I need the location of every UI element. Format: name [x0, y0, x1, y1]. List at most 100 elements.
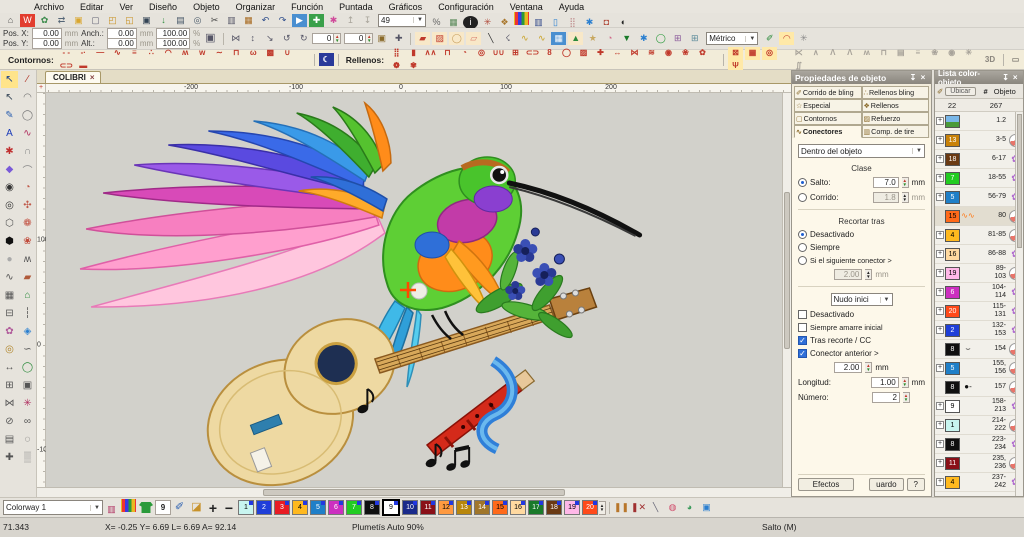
rotate-ccw-icon[interactable]: ↺	[279, 32, 294, 45]
color-swatch[interactable]: 5	[945, 361, 960, 375]
color-swatch[interactable]: 9	[945, 399, 960, 413]
cross-fill-icon[interactable]: ✚	[593, 47, 608, 60]
color-object-row[interactable]: +11 235, 236	[935, 454, 1023, 473]
menu-puntada[interactable]: Puntada	[331, 2, 381, 12]
tras-recorte-checkbox[interactable]: ✓	[798, 336, 807, 345]
desactivado-radio[interactable]	[798, 230, 807, 239]
motif-run2-icon[interactable]: w	[195, 47, 210, 60]
corrido-radio[interactable]	[798, 193, 807, 202]
color-object-row[interactable]: +9158- 213✿	[935, 397, 1023, 416]
ellipse-tool-icon[interactable]: ◯	[653, 32, 668, 45]
menu-ayuda[interactable]: Ayuda	[551, 2, 592, 12]
table-icon[interactable]: ⊞	[687, 32, 702, 45]
lock-proportions-icon[interactable]: ▣	[201, 32, 219, 45]
tool-applique[interactable]: ⌂	[19, 287, 36, 304]
props-tab-especial[interactable]: ☆ Especial	[794, 99, 862, 112]
color-object-row[interactable]: 8 ●- 157	[935, 378, 1023, 397]
corrido-spinner[interactable]: ▲ ▼	[901, 192, 909, 203]
tool-satin[interactable]: ▰	[19, 269, 36, 286]
color-object-row[interactable]: 8 ⌣ 154	[935, 340, 1023, 359]
peak1-icon[interactable]: ∧	[808, 47, 823, 60]
color-object-row[interactable]: +6104- 114✿	[935, 283, 1023, 302]
props-tab-comp-de-tire[interactable]: ▥ Comp. de tire	[861, 125, 929, 138]
add-color-button[interactable]: +	[205, 501, 221, 515]
thread-edit-icon[interactable]: ❚✕	[631, 501, 646, 514]
siempre-amarre-checkbox[interactable]	[798, 323, 807, 332]
longitud-field[interactable]: 1.00	[870, 377, 899, 388]
siguiente-spinner[interactable]: ▲ ▼	[865, 269, 873, 280]
tool-pie[interactable]: ◔	[19, 179, 36, 196]
team-names-icon[interactable]: ✱	[326, 14, 341, 27]
expander-icon[interactable]: +	[936, 250, 944, 258]
expander-icon[interactable]: +	[936, 364, 944, 372]
fill-bucket-icon[interactable]: ◪	[189, 501, 204, 514]
close-icon[interactable]: ×	[918, 73, 928, 82]
pin-icon[interactable]: ↧	[1001, 73, 1011, 82]
new-design-icon[interactable]: ▢	[88, 14, 103, 27]
design-wheel-icon[interactable]: ✳	[480, 16, 495, 29]
siguiente-field[interactable]: 2.00	[834, 269, 863, 280]
star-gray-icon[interactable]: ✳	[961, 47, 976, 60]
tool-tatami[interactable]: ▦	[1, 287, 18, 304]
target-fill-icon[interactable]: ◉	[661, 47, 676, 60]
3d-effect-icon[interactable]: 3D	[981, 53, 999, 66]
stitch-dots-icon[interactable]: ⣿	[565, 16, 580, 29]
tool-mirror[interactable]: ⋈	[1, 395, 18, 412]
palette-swatch-5[interactable]: 5	[310, 500, 326, 515]
arc-run-icon[interactable]: ◠	[161, 47, 176, 60]
color-object-row[interactable]: +20115- 131✿	[935, 302, 1023, 321]
save-design-icon[interactable]: ▣	[139, 14, 154, 27]
color-object-row[interactable]: +1686-88✿	[935, 245, 1023, 264]
tool-monogram[interactable]: ✱	[1, 143, 18, 160]
chevron-down-icon[interactable]: ▼	[879, 296, 890, 303]
wave-gray-icon[interactable]: ʍ	[859, 47, 874, 60]
motif-run1-icon[interactable]: ʍ	[178, 47, 193, 60]
tool-basting[interactable]: ┆	[19, 305, 36, 322]
open-design-icon[interactable]: ◰	[105, 14, 120, 27]
pin-icon[interactable]: ↧	[908, 73, 918, 82]
menu-diseño[interactable]: Diseño	[141, 2, 185, 12]
motif-fill-icon[interactable]: ◎	[474, 47, 489, 60]
tool-kaleidoscope[interactable]: ✳	[19, 395, 36, 412]
palette-swatch-7[interactable]: 7	[346, 500, 362, 515]
tool-reshape[interactable]: ↖	[1, 89, 18, 106]
dots-run-icon[interactable]: ∴	[144, 47, 159, 60]
spiral-fill-icon[interactable]: ◔	[457, 47, 472, 60]
nudo-select[interactable]: Nudo inici ▼	[830, 293, 893, 306]
zoom-combobox[interactable]: 49 ▼	[378, 13, 426, 27]
salto-field[interactable]: 7.0	[872, 177, 899, 188]
no-color-icon[interactable]: ╲	[648, 501, 663, 514]
rotate-cw-icon[interactable]: ↻	[296, 32, 311, 45]
copy-properties-icon[interactable]: ❖	[497, 16, 512, 29]
wilcom-logo-icon[interactable]: W	[20, 13, 35, 27]
contrast-icon[interactable]: ◐	[616, 16, 631, 29]
menu-función[interactable]: Función	[283, 2, 331, 12]
tool-hoop[interactable]: ◯	[19, 359, 36, 376]
grid-hatch-icon[interactable]: ▦	[745, 46, 761, 60]
palette-swatch-8[interactable]: 8	[364, 500, 380, 515]
props-tab-contornos[interactable]: ▢ Contornos	[794, 112, 862, 125]
color-swatch[interactable]: 2	[945, 323, 960, 337]
color-object-row[interactable]: +5 155, 156	[935, 359, 1023, 378]
expander-icon[interactable]: +	[936, 421, 944, 429]
skew-angle-field[interactable]: 0	[344, 33, 367, 44]
spool-icon[interactable]: ▯	[548, 16, 563, 29]
palette-swatch-14[interactable]: 14	[474, 500, 490, 515]
color-swatch[interactable]: 8	[945, 437, 960, 451]
numero-spinner[interactable]: ▲ ▼	[903, 392, 910, 403]
scallop-fill-icon[interactable]: ∪∪	[491, 47, 506, 60]
menu-objeto[interactable]: Objeto	[185, 2, 228, 12]
design-tab[interactable]: COLIBRI ×	[45, 71, 101, 83]
props-tab-conectores[interactable]: ∿ Conectores	[794, 125, 862, 138]
expander-icon[interactable]: +	[936, 440, 944, 448]
tool-digitize-pen[interactable]: ✎	[1, 107, 18, 124]
tool-zoom[interactable]: ◌	[19, 431, 36, 448]
home-icon[interactable]: ⌂	[3, 14, 18, 27]
color-object-row[interactable]: +1 214- 222	[935, 416, 1023, 435]
design-canvas[interactable]	[46, 93, 782, 487]
color-object-row[interactable]: +2132- 153✿	[935, 321, 1023, 340]
longitud-spinner[interactable]: ▲ ▼	[901, 377, 909, 388]
thread-chart-icon[interactable]: ▥	[531, 16, 546, 29]
color-object-row[interactable]: +186-17✿	[935, 150, 1023, 169]
tool-hexagon[interactable]: ⬡	[1, 215, 18, 232]
